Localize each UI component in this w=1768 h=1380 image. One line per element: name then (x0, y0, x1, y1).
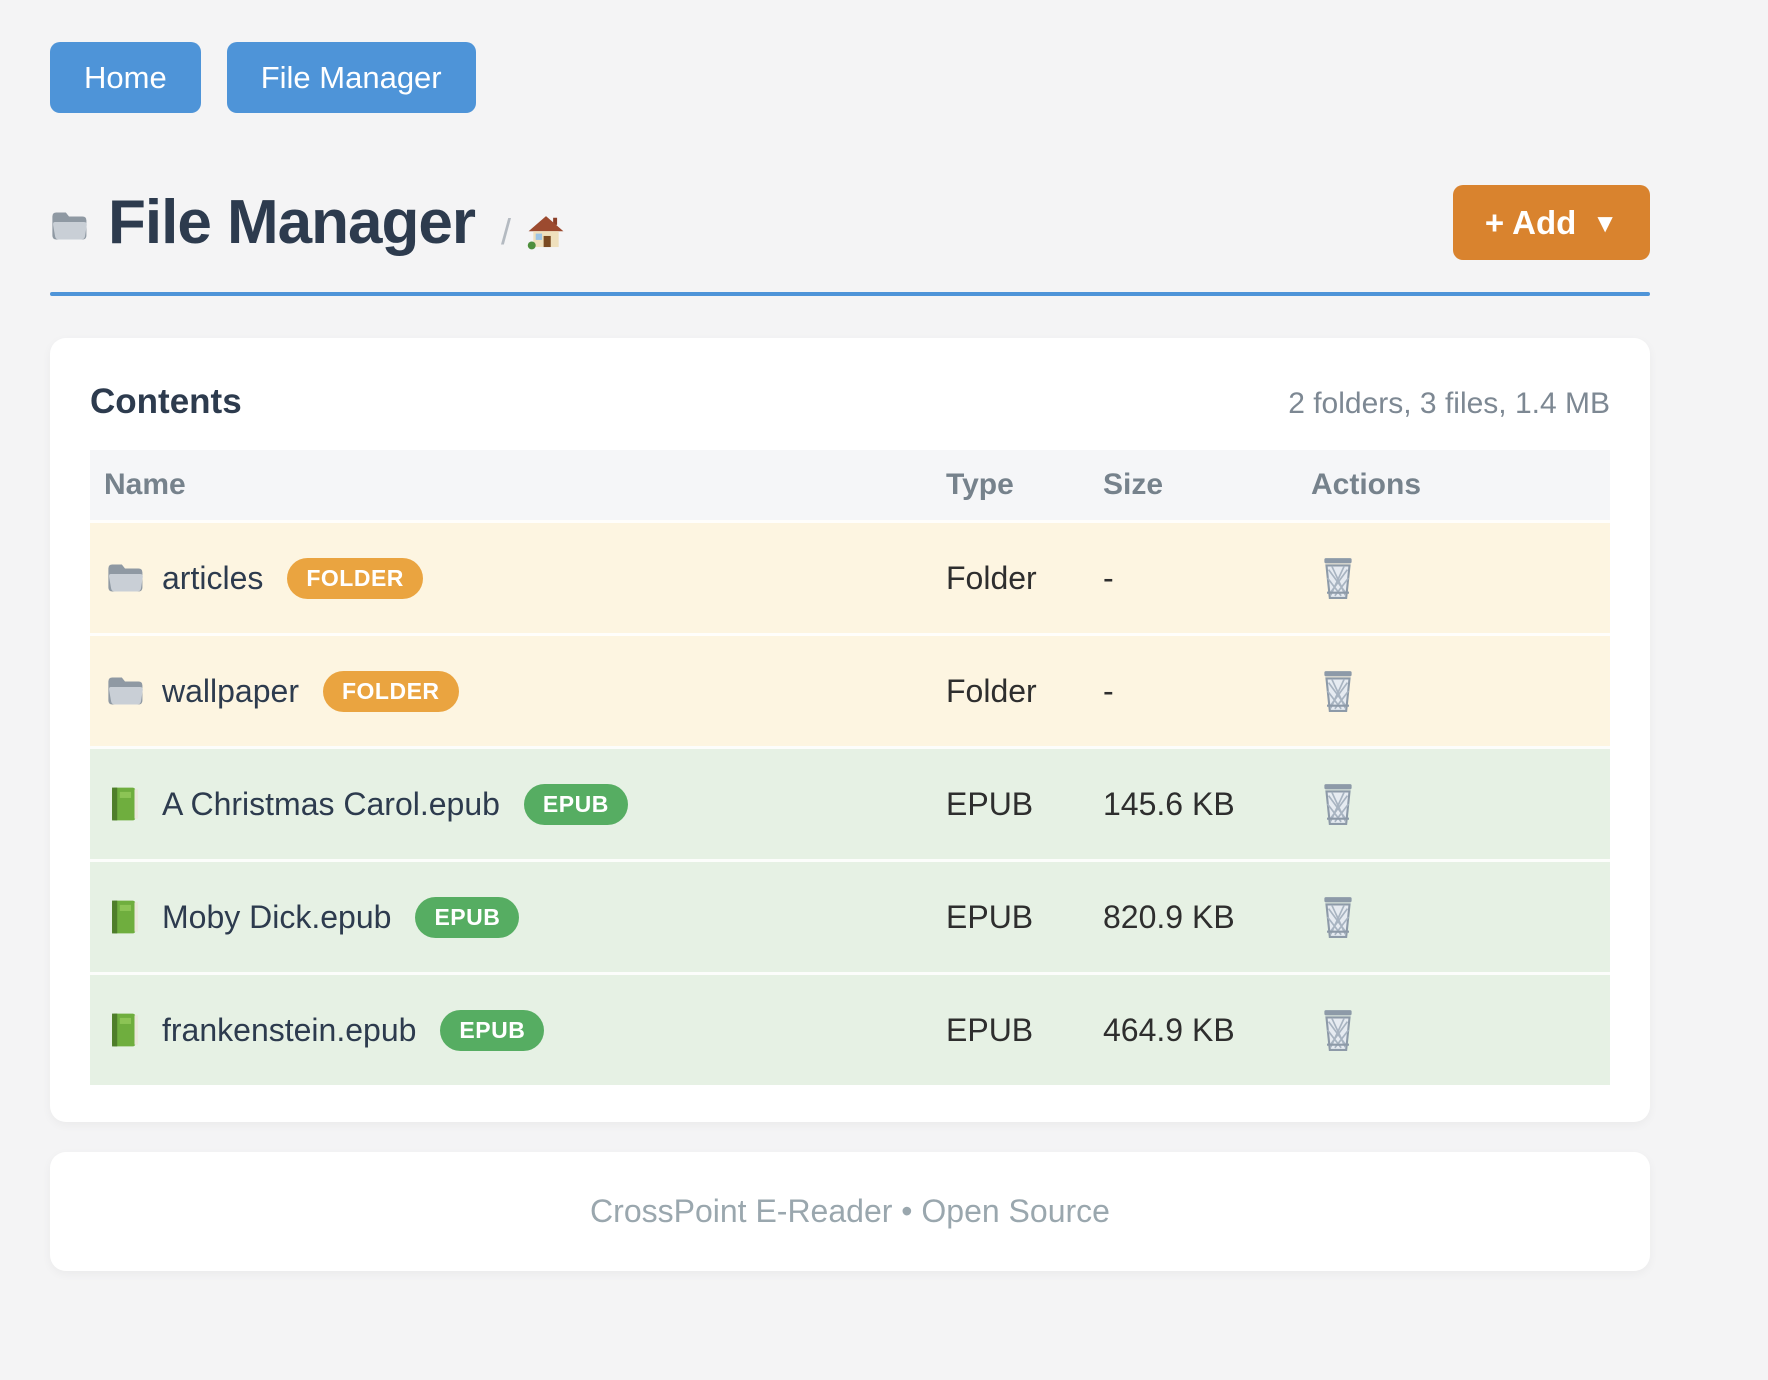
delete-button[interactable] (1319, 781, 1359, 827)
page-header: File Manager / + Add ▼ (50, 185, 1650, 260)
file-name[interactable]: Moby Dick.epub (162, 899, 391, 936)
folder-icon (50, 207, 88, 245)
delete-button[interactable] (1319, 668, 1359, 714)
table-row[interactable]: Moby Dick.epub EPUB EPUB 820.9 KB (90, 859, 1610, 972)
file-name[interactable]: articles (162, 560, 263, 597)
add-button-label: + Add (1485, 206, 1576, 239)
column-type: Type (946, 468, 1103, 502)
contents-summary: 2 folders, 3 files, 1.4 MB (1288, 387, 1610, 421)
top-nav: Home File Manager (50, 42, 1650, 113)
delete-button[interactable] (1319, 894, 1359, 940)
folder-icon (106, 672, 144, 710)
book-icon (106, 898, 144, 936)
contents-card: Contents 2 folders, 3 files, 1.4 MB Name… (50, 338, 1650, 1122)
file-type: EPUB (946, 899, 1103, 936)
page: Home File Manager File Manager / (0, 0, 1768, 1271)
footer-text: CrossPoint E-Reader • Open Source (590, 1193, 1110, 1230)
column-size: Size (1103, 468, 1311, 502)
column-name: Name (90, 468, 946, 502)
add-button[interactable]: + Add ▼ (1453, 185, 1650, 260)
table-row[interactable]: A Christmas Carol.epub EPUB EPUB 145.6 K… (90, 746, 1610, 859)
book-icon (106, 785, 144, 823)
type-badge: FOLDER (287, 558, 423, 599)
home-button[interactable]: Home (50, 42, 201, 113)
table-row[interactable]: frankenstein.epub EPUB EPUB 464.9 KB (90, 972, 1610, 1085)
file-size: - (1103, 673, 1311, 710)
title-group: File Manager / (50, 187, 565, 258)
file-type: EPUB (946, 1012, 1103, 1049)
delete-button[interactable] (1319, 1007, 1359, 1053)
breadcrumb-separator: / (501, 211, 511, 253)
file-size: - (1103, 560, 1311, 597)
chevron-down-icon: ▼ (1592, 210, 1618, 236)
delete-button[interactable] (1319, 555, 1359, 601)
file-table: Name Type Size Actions (90, 450, 1610, 1085)
contents-title: Contents (90, 382, 242, 422)
file-size: 464.9 KB (1103, 1012, 1311, 1049)
home-breadcrumb-icon[interactable] (527, 213, 565, 251)
file-size: 820.9 KB (1103, 899, 1311, 936)
table-row[interactable]: wallpaper FOLDER Folder - (90, 633, 1610, 746)
file-manager-button[interactable]: File Manager (227, 42, 476, 113)
folder-icon (106, 559, 144, 597)
footer: CrossPoint E-Reader • Open Source (50, 1152, 1650, 1271)
type-badge: EPUB (440, 1010, 544, 1051)
column-actions: Actions (1311, 468, 1610, 502)
file-type: EPUB (946, 786, 1103, 823)
file-type: Folder (946, 673, 1103, 710)
file-type: Folder (946, 560, 1103, 597)
file-size: 145.6 KB (1103, 786, 1311, 823)
book-icon (106, 1011, 144, 1049)
table-header: Name Type Size Actions (90, 450, 1610, 520)
file-name[interactable]: A Christmas Carol.epub (162, 786, 500, 823)
type-badge: FOLDER (323, 671, 459, 712)
file-name[interactable]: wallpaper (162, 673, 299, 710)
table-body: articles FOLDER Folder - (90, 520, 1610, 1085)
table-row[interactable]: articles FOLDER Folder - (90, 520, 1610, 633)
file-name[interactable]: frankenstein.epub (162, 1012, 416, 1049)
header-divider (50, 292, 1650, 296)
type-badge: EPUB (524, 784, 628, 825)
type-badge: EPUB (415, 897, 519, 938)
page-title: File Manager (108, 187, 475, 258)
